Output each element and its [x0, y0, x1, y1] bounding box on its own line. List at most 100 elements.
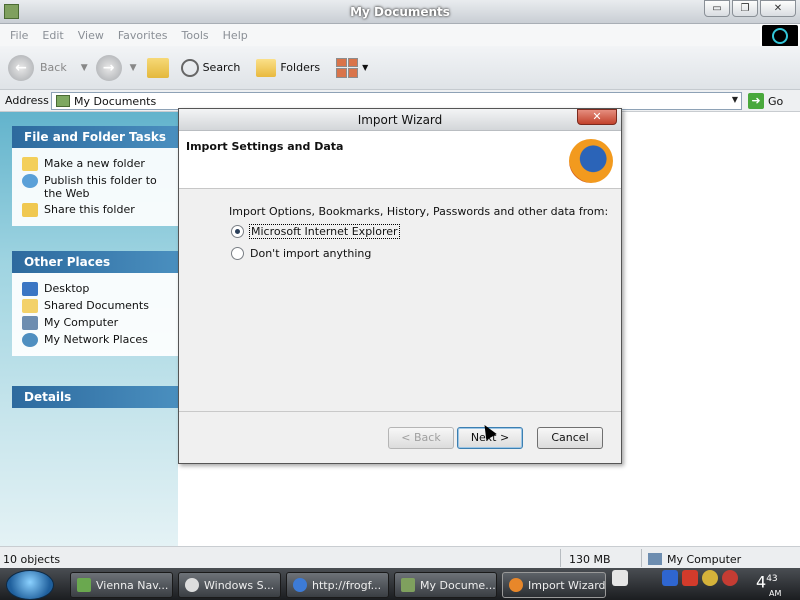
address-dropdown-icon[interactable]: ▼: [732, 95, 738, 104]
folders-button[interactable]: Folders: [256, 58, 321, 77]
window-titlebar[interactable]: My Documents ▭ ❐ ✕: [0, 0, 800, 24]
status-object-count: 10 objects: [3, 553, 61, 566]
details-panel: Details: [12, 386, 178, 408]
option-label[interactable]: Don't import anything: [250, 247, 371, 260]
system-tray: [612, 570, 738, 586]
taskbar-item-label: My Docume...: [420, 578, 496, 592]
menu-view[interactable]: View: [78, 29, 104, 42]
my-computer-icon: [648, 553, 662, 565]
clock-ampm: AM: [769, 589, 782, 598]
other-places-header[interactable]: Other Places: [12, 251, 178, 273]
taskbar-item[interactable]: http://frogf...: [286, 572, 389, 598]
window-controls: ▭ ❐ ✕: [704, 0, 796, 17]
task-publish-folder[interactable]: Publish this folder to the Web: [22, 174, 172, 200]
clock-hour: 4: [756, 572, 767, 592]
dialog-close-button[interactable]: ✕: [577, 109, 617, 125]
task-label: Publish this folder to the Web: [44, 174, 157, 200]
file-folder-tasks-body: Make a new folder Publish this folder to…: [12, 148, 178, 226]
share-folder-icon: [22, 203, 38, 217]
address-value: My Documents: [74, 94, 157, 108]
place-label: Shared Documents: [44, 299, 149, 312]
forward-arrow-icon[interactable]: →: [95, 54, 122, 81]
place-label: My Computer: [44, 316, 119, 329]
maximize-button[interactable]: ❐: [732, 0, 758, 17]
option-label[interactable]: Microsoft Internet Explorer: [249, 224, 400, 239]
other-places-body: Desktop Shared Documents My Computer My …: [12, 273, 178, 356]
option-internet-explorer[interactable]: Microsoft Internet Explorer: [231, 224, 400, 239]
help-icon[interactable]: [612, 570, 628, 586]
close-button[interactable]: ✕: [760, 0, 796, 17]
status-bar: 10 objects 130 MB My Computer: [0, 546, 800, 568]
start-button[interactable]: [6, 570, 54, 600]
taskbar-item[interactable]: My Docume...: [394, 572, 497, 598]
go-arrow-icon: ➜: [748, 93, 764, 109]
alert-icon[interactable]: [722, 570, 738, 586]
search-button[interactable]: Search: [180, 58, 241, 77]
taskbar-item-label: http://frogf...: [312, 578, 382, 592]
menu-edit[interactable]: Edit: [42, 29, 63, 42]
views-button[interactable]: ▼: [336, 57, 369, 78]
my-documents-icon: [56, 95, 70, 107]
address-label: Address: [5, 94, 49, 107]
place-label: Desktop: [44, 282, 90, 295]
windows-ring-icon: [772, 28, 788, 44]
folder-up-icon[interactable]: [146, 57, 169, 78]
menu-favorites[interactable]: Favorites: [118, 29, 168, 42]
taskbar-item-label: Import Wizard: [528, 578, 606, 592]
back-button[interactable]: < Back: [388, 427, 454, 449]
task-make-new-folder[interactable]: Make a new folder: [22, 157, 172, 171]
task-share-folder[interactable]: Share this folder: [22, 203, 172, 217]
windows-logo: [762, 25, 798, 47]
radio-selected[interactable]: [231, 225, 244, 238]
place-desktop[interactable]: Desktop: [22, 282, 172, 296]
messenger-icon[interactable]: [702, 570, 718, 586]
task-label: Make a new folder: [44, 157, 145, 170]
task-pane: File and Folder Tasks Make a new folder …: [0, 112, 178, 546]
dialog-separator: [179, 411, 621, 412]
details-header[interactable]: Details: [12, 386, 178, 408]
place-my-network-places[interactable]: My Network Places: [22, 333, 172, 347]
views-icon: [336, 57, 359, 78]
place-label: My Network Places: [44, 333, 148, 346]
dialog-title[interactable]: Import Wizard: [179, 109, 621, 131]
toolbar: ← Back ▼ → ▼ Search Folders ▼: [0, 46, 800, 90]
taskbar-item[interactable]: Windows S...: [178, 572, 281, 598]
publish-web-icon: [22, 174, 38, 188]
network-icon[interactable]: [662, 570, 678, 586]
window-title: My Documents: [350, 5, 450, 19]
views-dropdown-icon: ▼: [362, 63, 369, 72]
file-folder-tasks-header[interactable]: File and Folder Tasks: [12, 126, 178, 148]
forward-dropdown-icon[interactable]: ▼: [130, 63, 137, 73]
menu-tools[interactable]: Tools: [182, 29, 209, 42]
status-location: My Computer: [667, 553, 742, 566]
folders-icon: [256, 58, 277, 77]
other-places-panel: Other Places Desktop Shared Documents My…: [12, 251, 178, 356]
file-folder-tasks-panel: File and Folder Tasks Make a new folder …: [12, 126, 178, 226]
menu-file[interactable]: File: [10, 29, 28, 42]
status-separator: [560, 549, 561, 567]
back-button-label[interactable]: Back: [40, 61, 67, 74]
radio-unselected[interactable]: [231, 247, 244, 260]
shared-documents-icon: [22, 299, 38, 313]
minimize-button[interactable]: ▭: [704, 0, 730, 17]
place-my-computer[interactable]: My Computer: [22, 316, 172, 330]
cancel-button[interactable]: Cancel: [537, 427, 603, 449]
taskbar-item-label: Vienna Nav...: [96, 578, 169, 592]
desktop-icon: [22, 282, 38, 296]
menu-help[interactable]: Help: [223, 29, 248, 42]
folders-label: Folders: [280, 61, 321, 74]
back-dropdown-icon[interactable]: ▼: [81, 63, 88, 73]
search-label: Search: [202, 61, 241, 74]
dialog-header-title: Import Settings and Data: [186, 140, 344, 153]
clock[interactable]: 443 AM: [756, 571, 781, 598]
my-computer-icon: [22, 316, 38, 330]
option-dont-import[interactable]: Don't import anything: [231, 247, 371, 260]
taskbar-item[interactable]: Vienna Nav...: [70, 572, 173, 598]
taskbar-item-active[interactable]: Import Wizard: [502, 572, 606, 598]
place-shared-documents[interactable]: Shared Documents: [22, 299, 172, 313]
back-arrow-icon[interactable]: ←: [8, 54, 34, 81]
security-icon[interactable]: [682, 570, 698, 586]
windows-search-icon: [185, 578, 199, 592]
search-icon: [180, 58, 199, 77]
go-button[interactable]: ➜ Go: [748, 93, 783, 109]
